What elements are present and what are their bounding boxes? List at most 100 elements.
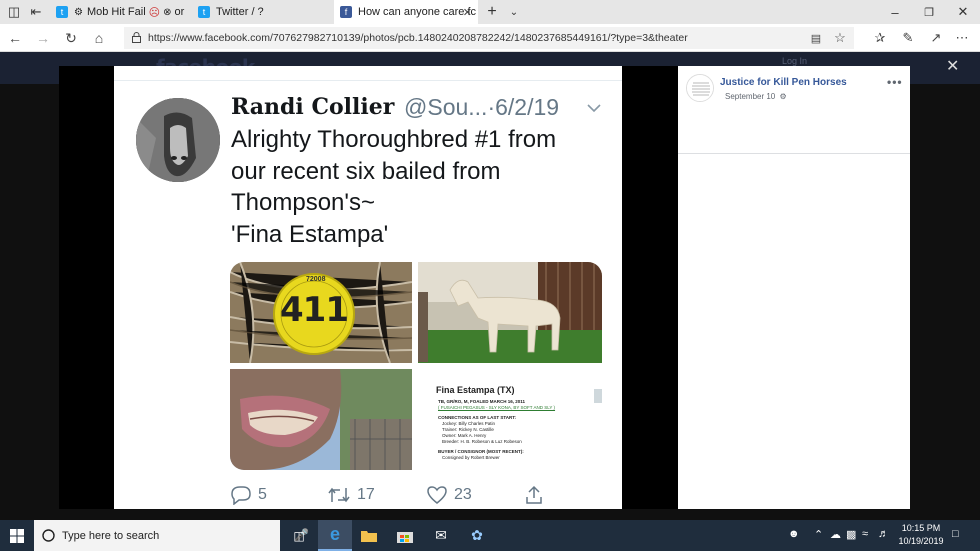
heart-icon [427, 486, 447, 504]
chevron-down-icon[interactable]: ⌄ [504, 0, 524, 24]
twitter-icon: t [198, 6, 210, 18]
taskbar-clock[interactable]: 10:15 PM 10/19/2019 [896, 522, 946, 548]
share-icon[interactable]: ↗ [926, 28, 946, 48]
card-line: BUYER / CONSIGNOR (MOST RECENT): [438, 449, 524, 454]
post-sidebar: Justice for Kill Pen Horses September 10… [678, 66, 910, 509]
tab-preview-icon[interactable]: ◫ [4, 0, 24, 24]
minimize-icon[interactable]: – [880, 0, 910, 24]
card-line[interactable]: ( FUSAICHI PEGASUS - SLY KONA, BY SOFT A… [438, 405, 555, 410]
people-icon[interactable]: ☻ [788, 528, 800, 540]
tab-facebook[interactable]: f How can anyone care fc ✕ [334, 0, 478, 24]
chevron-down-icon[interactable] [586, 100, 602, 116]
reading-view-icon[interactable]: ▤ [806, 28, 826, 48]
task-view-icon[interactable]: ◫ [282, 520, 316, 551]
share-tweet-button[interactable] [524, 484, 550, 506]
card-tab [594, 389, 602, 403]
store-icon [397, 531, 413, 543]
tweet-text-line: Thompson's~ [231, 189, 375, 216]
tweet-text-line: Alrighty Thoroughbred #1 from [231, 126, 557, 153]
avatar [136, 98, 220, 182]
card-line: Trainer: Rickey N. Castille [442, 427, 494, 432]
page-avatar[interactable] [686, 74, 714, 102]
tweet-handle-and-date[interactable]: @Sou...·6/2/19 [404, 94, 559, 121]
post-date-text: September 10 [725, 92, 776, 101]
tag-number: 411 [280, 290, 349, 330]
card-line: TB, GR/RO, M, FOALED MARCH 16, 2011 [438, 399, 526, 404]
tray-chevron-icon[interactable]: ⌃ [814, 528, 823, 541]
favorite-star-icon[interactable]: ☆ [830, 28, 850, 48]
share-icon [526, 485, 542, 504]
tab-label: Twitter / ? [216, 6, 264, 18]
tweet-date: ·6/2/19 [487, 94, 560, 120]
more-options-icon[interactable]: ••• [887, 75, 903, 89]
page-logo-image [687, 75, 713, 101]
tab-back-icon[interactable]: ⇤ [26, 0, 46, 24]
horse-standing-photo[interactable] [418, 262, 602, 363]
tab-label: How can anyone care fc [358, 6, 477, 18]
ear-tag-photo[interactable]: 72008 411 [230, 262, 412, 363]
start-button[interactable] [0, 520, 34, 551]
notifications-icon[interactable]: □ [952, 528, 959, 540]
reply-button[interactable]: 5 [230, 484, 267, 506]
reply-icon [231, 486, 251, 505]
back-icon[interactable]: ← [4, 28, 26, 48]
battery-icon[interactable]: ▩ [846, 528, 856, 541]
tab-mob-hit-fail[interactable]: t ⚙ Mob Hit Fail ☹ ⊗ or [50, 0, 190, 24]
tweet-screenshot: Randi Collier @Sou...·6/2/19 Alrighty Th… [114, 66, 622, 509]
home-icon[interactable]: ⌂ [88, 28, 110, 48]
tweet-actions: 5 17 23 [230, 484, 590, 506]
page-name-link[interactable]: Justice for Kill Pen Horses [720, 77, 847, 88]
like-button[interactable]: 23 [426, 484, 472, 506]
tag-code: 72008 [306, 276, 326, 283]
mail-app-icon[interactable]: ✉ [424, 520, 458, 551]
new-tab-icon[interactable]: + [482, 0, 502, 24]
browser-tab-bar: ◫ ⇤ t ⚙ Mob Hit Fail ☹ ⊗ or t Twitter / … [0, 0, 980, 24]
divider [114, 80, 622, 81]
url-input[interactable]: https://www.facebook.com/707627982710139… [124, 27, 854, 49]
mute-icon: ⊗ [163, 6, 172, 18]
pedigree-card[interactable]: Fina Estampa (TX) TB, GR/RO, M, FOALED M… [418, 369, 602, 470]
restore-icon[interactable]: ❐ [914, 0, 944, 24]
card-line: Consigned by Robert Brewer [442, 455, 500, 460]
globe-icon: ⚙ [779, 92, 787, 101]
windows-taskbar: Type here to search 🎤 ◫ e ✉ ✿ ☻ ⌃ ☁ ▩ ≈ … [0, 520, 980, 551]
more-icon[interactable]: ⋯ [952, 28, 972, 48]
tweet-text: Alrighty Thoroughbred #1 from our recent… [231, 124, 611, 250]
card-line: Owner: Mark A. Henry [442, 433, 487, 438]
close-theater-icon[interactable]: ✕ [946, 56, 959, 76]
close-window-icon[interactable]: ✕ [948, 0, 978, 24]
retweet-button[interactable]: 17 [327, 484, 375, 506]
horse-avatar-image [136, 98, 220, 182]
horse-standing-image [418, 262, 602, 363]
edge-app-icon[interactable]: e [318, 520, 352, 551]
card-line: CONNECTIONS AS OF LAST START: [438, 415, 516, 420]
tweet-author-name[interactable]: Randi Collier [231, 94, 394, 120]
post-date[interactable]: September 10 ⚙ [725, 92, 787, 101]
favorites-hub-icon[interactable]: ✰ [870, 28, 890, 48]
refresh-icon[interactable]: ↻ [60, 28, 82, 48]
search-icon [42, 529, 55, 542]
store-app-icon[interactable] [388, 520, 422, 551]
retweet-count: 17 [357, 486, 375, 503]
pen-icon[interactable]: ✎ [898, 28, 918, 48]
onedrive-icon[interactable]: ☁ [830, 528, 841, 541]
file-explorer-icon[interactable] [352, 520, 386, 551]
tab-label-suffix: or [174, 6, 185, 18]
forward-icon[interactable]: → [32, 28, 54, 48]
taskbar-search-box[interactable]: Type here to search 🎤 [34, 520, 309, 551]
volume-icon[interactable]: ♬ [878, 528, 889, 540]
windows-icon [10, 528, 24, 543]
photos-app-icon[interactable]: ✿ [460, 520, 494, 551]
card-line: Breeder: H. B. Robeson & Luz Robeson [442, 439, 522, 444]
tweet-text-line: our recent six bailed from [231, 157, 501, 185]
wifi-icon[interactable]: ≈ [862, 528, 868, 540]
card-title: Fina Estampa (TX) [436, 385, 515, 395]
horse-mouth-image [230, 369, 412, 470]
horse-mouth-photo[interactable] [230, 369, 412, 470]
like-count: 23 [454, 486, 472, 503]
login-link[interactable]: Log In [782, 56, 807, 66]
url-text: https://www.facebook.com/707627982710139… [148, 32, 688, 44]
close-tab-icon[interactable]: ✕ [463, 6, 472, 19]
tab-twitter[interactable]: t Twitter / ? [192, 0, 332, 24]
address-bar-row: ← → ↻ ⌂ https://www.facebook.com/7076279… [0, 24, 980, 52]
